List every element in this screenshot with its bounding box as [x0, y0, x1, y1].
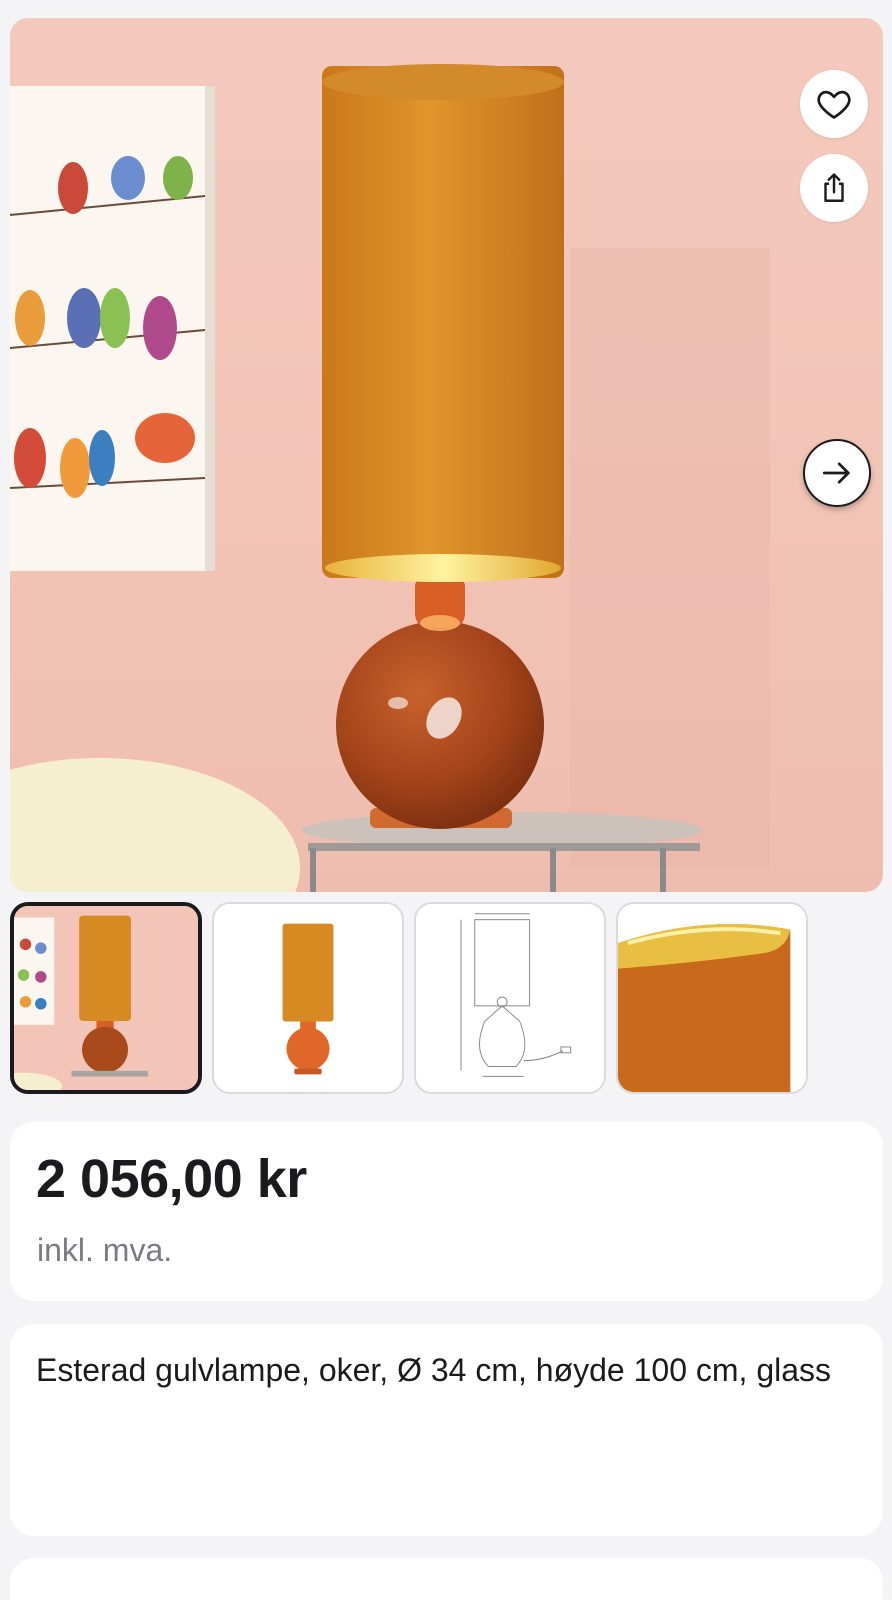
vat-note: inkl. mva. — [37, 1232, 173, 1268]
product-title: Esterad gulvlampe, oker, Ø 34 cm, høyde … — [36, 1352, 832, 1388]
price-card: 2 056,00 kr inkl. mva. — [10, 1122, 883, 1301]
next-section-card — [10, 1558, 883, 1600]
share-button[interactable] — [800, 154, 868, 222]
next-image-button[interactable] — [803, 439, 871, 507]
thumbnail-shade-detail[interactable] — [616, 902, 808, 1094]
favorite-button[interactable] — [800, 70, 868, 138]
arrow-right-icon — [822, 462, 850, 484]
thumbnail-product-photo[interactable] — [212, 902, 404, 1094]
product-title-card: Esterad gulvlampe, oker, Ø 34 cm, høyde … — [10, 1324, 883, 1536]
product-main-image[interactable] — [10, 18, 883, 892]
lamp-room-illustration — [10, 64, 770, 892]
heart-icon — [817, 90, 851, 119]
thumbnail-dimension-drawing[interactable] — [414, 902, 606, 1094]
thumbnail-room-photo[interactable] — [10, 902, 202, 1094]
share-icon — [824, 173, 844, 202]
product-price: 2 056,00 kr — [36, 1149, 307, 1209]
